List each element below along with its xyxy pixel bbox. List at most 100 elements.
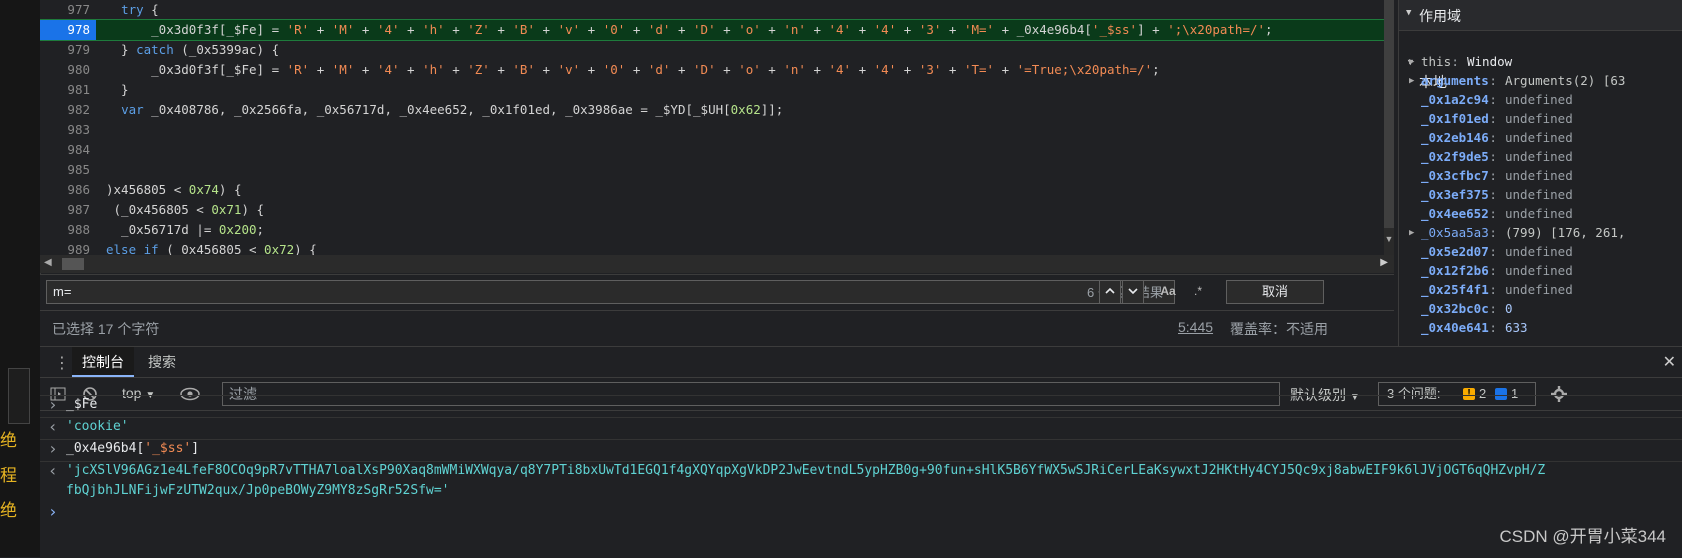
line-number[interactable]: 982 bbox=[40, 100, 96, 120]
code-line[interactable]: 982 var _0x408786, _0x2566fa, _0x56717d,… bbox=[40, 100, 1394, 120]
cancel-search-button[interactable]: 取消 bbox=[1226, 280, 1324, 304]
editor-horizontal-scrollbar[interactable]: ◀ ▶ bbox=[40, 255, 1394, 273]
variable-name: _0x3cfbc7 bbox=[1421, 168, 1489, 183]
match-case-button[interactable]: Aa bbox=[1154, 280, 1182, 304]
scrollbar-thumb[interactable] bbox=[62, 258, 84, 270]
scope-variable[interactable]: _0x2eb146: undefined bbox=[1399, 128, 1682, 148]
variable-value: Window bbox=[1467, 54, 1513, 69]
scope-variable[interactable]: ▶ _0x5aa5a3: (799) [176, 261, bbox=[1399, 223, 1682, 243]
side-glyph: 程 bbox=[0, 466, 17, 485]
line-number[interactable]: 987 bbox=[40, 200, 96, 220]
scope-variable[interactable]: _0x2f9de5: undefined bbox=[1399, 147, 1682, 167]
scope-variable[interactable]: _0x5e2d07: undefined bbox=[1399, 242, 1682, 262]
side-glyph: 绝 bbox=[0, 501, 17, 520]
regex-button[interactable]: .* bbox=[1186, 280, 1210, 304]
console-prompt[interactable]: › bbox=[40, 502, 1682, 524]
code-line[interactable]: 986)x456805 < 0x74) { bbox=[40, 180, 1394, 200]
line-number[interactable]: 977 bbox=[40, 0, 96, 20]
scope-variable[interactable]: _0x3ef375: undefined bbox=[1399, 185, 1682, 205]
prev-match-button[interactable] bbox=[1099, 280, 1121, 304]
more-tabs-icon[interactable]: ⋮ bbox=[54, 353, 70, 373]
scope-header[interactable]: ▼ 作用域 bbox=[1399, 0, 1682, 31]
code-editor[interactable]: 977 try {978 _0x3d0f3f[_$Fe] = 'R' + 'M'… bbox=[40, 0, 1394, 258]
console-input-entry[interactable]: › _$Fe bbox=[40, 395, 1682, 414]
watermark: CSDN @开胃小菜344 bbox=[1499, 527, 1666, 546]
line-code: (_0x456805 < 0x71) { bbox=[106, 202, 265, 217]
line-number[interactable]: 979 bbox=[40, 40, 96, 60]
code-line[interactable]: 979 } catch (_0x5399ac) { bbox=[40, 40, 1394, 60]
code-line[interactable]: 984 bbox=[40, 140, 1394, 160]
console-drawer: ⋮ 控制台 搜索 ✕ top ▼ 过滤 默认级别 ▼ 3 个问题: ! 2 1 … bbox=[40, 346, 1682, 558]
scope-variable[interactable]: _0x32bc0c:0 bbox=[1399, 299, 1682, 319]
close-drawer-icon[interactable]: ✕ bbox=[1663, 352, 1676, 372]
line-number[interactable]: 988 bbox=[40, 220, 96, 240]
issues-button[interactable]: 3 个问题: ! 2 1 bbox=[1378, 382, 1536, 406]
output-chevron-icon: ‹ bbox=[48, 417, 58, 436]
eye-icon[interactable] bbox=[180, 386, 200, 402]
find-input[interactable]: m= 6 条匹配结果 bbox=[46, 280, 1175, 304]
variable-value: undefined bbox=[1505, 92, 1573, 107]
variable-name: arguments bbox=[1421, 73, 1489, 88]
code-line[interactable]: 985 bbox=[40, 160, 1394, 180]
code-line[interactable]: 980 _0x3d0f3f[_$Fe] = 'R' + 'M' + '4' + … bbox=[40, 60, 1394, 80]
cursor-position-link[interactable]: 5:445 bbox=[1178, 319, 1213, 335]
tab-search[interactable]: 搜索 bbox=[138, 347, 186, 377]
scope-variable[interactable]: _0x1a2c94: undefined bbox=[1399, 90, 1682, 110]
side-toggle[interactable] bbox=[8, 368, 30, 424]
chevron-down-icon bbox=[1128, 288, 1138, 295]
line-number[interactable]: 986 bbox=[40, 180, 96, 200]
code-line[interactable]: 983 bbox=[40, 120, 1394, 140]
gear-icon[interactable] bbox=[1550, 385, 1568, 403]
filter-input[interactable]: 过滤 bbox=[222, 382, 1280, 406]
line-code: _0x3d0f3f[_$Fe] = 'R' + 'M' + '4' + 'h' … bbox=[106, 62, 1160, 77]
line-code: _0x56717d |= 0x200; bbox=[106, 222, 265, 237]
line-code: } bbox=[106, 82, 129, 97]
context-selector[interactable]: top ▼ bbox=[122, 385, 155, 401]
console-output-entry[interactable]: ‹ 'jcXSlV96AGz1e4LfeF8OCOq9pR7vTTHA7loalX… bbox=[40, 461, 1682, 498]
coverage-info: 覆盖率：不适用 bbox=[1230, 321, 1328, 337]
variable-value: undefined bbox=[1505, 187, 1573, 202]
scope-title: 作用域 bbox=[1419, 8, 1461, 24]
scrollbar-thumb[interactable] bbox=[1384, 0, 1394, 228]
expand-arrow-icon[interactable]: ▶ bbox=[1409, 223, 1414, 243]
variable-value: undefined bbox=[1505, 168, 1573, 183]
code-line[interactable]: 977 try { bbox=[40, 0, 1394, 20]
scope-variable[interactable]: ▶ arguments: Arguments(2) [63 bbox=[1399, 71, 1682, 91]
console-output-entry[interactable]: ‹ 'cookie' bbox=[40, 417, 1682, 436]
input-chevron-icon: › bbox=[48, 439, 58, 458]
tab-console[interactable]: 控制台 bbox=[72, 347, 134, 377]
code-line[interactable]: 987 (_0x456805 < 0x71) { bbox=[40, 200, 1394, 220]
scroll-down-icon[interactable]: ▼ bbox=[1384, 234, 1394, 248]
input-chevron-icon: › bbox=[48, 395, 58, 414]
scope-variable[interactable]: _0x3cfbc7: undefined bbox=[1399, 166, 1682, 186]
line-number[interactable]: 980 bbox=[40, 60, 96, 80]
scope-variable[interactable]: _0x25f4f1: undefined bbox=[1399, 280, 1682, 300]
scroll-left-icon[interactable]: ◀ bbox=[44, 257, 52, 268]
line-number[interactable]: 983 bbox=[40, 120, 96, 140]
line-number[interactable]: 978 bbox=[40, 20, 96, 40]
line-number[interactable]: 984 bbox=[40, 140, 96, 160]
variable-name: _0x1a2c94 bbox=[1421, 92, 1489, 107]
line-number[interactable]: 985 bbox=[40, 160, 96, 180]
editor-vertical-scrollbar[interactable]: ▼ bbox=[1384, 0, 1394, 258]
scope-variable[interactable]: ▶ this: Window bbox=[1399, 52, 1682, 72]
variable-value: undefined bbox=[1505, 263, 1573, 278]
line-number[interactable]: 981 bbox=[40, 80, 96, 100]
scope-variable[interactable]: _0x4ee652: undefined bbox=[1399, 204, 1682, 224]
expand-arrow-icon[interactable]: ▶ bbox=[1409, 52, 1414, 72]
scroll-right-icon[interactable]: ▶ bbox=[1380, 257, 1388, 268]
code-line[interactable]: 978 _0x3d0f3f[_$Fe] = 'R' + 'M' + '4' + … bbox=[40, 19, 1394, 41]
code-line[interactable]: 988 _0x56717d |= 0x200; bbox=[40, 220, 1394, 240]
scope-variable[interactable]: _0x1f01ed: undefined bbox=[1399, 109, 1682, 129]
expand-arrow-icon[interactable]: ▶ bbox=[1409, 71, 1414, 91]
local-scope-header[interactable]: ▼ 本地 bbox=[1399, 32, 1682, 90]
next-match-button[interactable] bbox=[1122, 280, 1144, 304]
scope-variable[interactable]: _0x12f2b6: undefined bbox=[1399, 261, 1682, 281]
code-line[interactable]: 981 } bbox=[40, 80, 1394, 100]
variable-name: _0x1f01ed bbox=[1421, 111, 1489, 126]
scope-variable[interactable]: _0x40e641:633 bbox=[1399, 318, 1682, 338]
variable-name: _0x3ef375 bbox=[1421, 187, 1489, 202]
variable-name: _0x32bc0c bbox=[1421, 301, 1489, 316]
console-input-entry[interactable]: › _0x4e96b4['_$ss'] bbox=[40, 439, 1682, 458]
context-value: top bbox=[122, 385, 142, 401]
